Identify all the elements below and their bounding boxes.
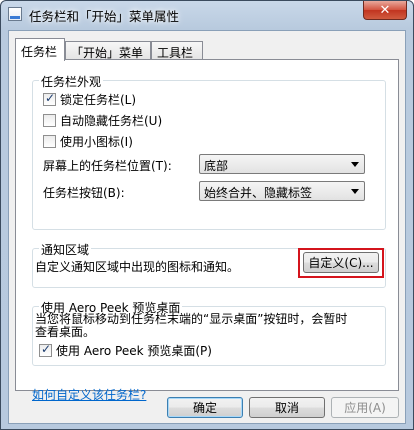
peek-group: 使用 Aero Peek 预览桌面 当您将鼠标移动到任务栏末端的“显示桌面”按钮… bbox=[32, 299, 386, 366]
auto-hide-label: 自动隐藏任务栏(U) bbox=[60, 114, 163, 128]
appearance-group: 任务栏外观 锁定任务栏(L) 自动隐藏任务栏(U) 使用小图标(I) 屏幕上的任… bbox=[32, 73, 386, 230]
chevron-down-icon bbox=[351, 189, 359, 194]
tab-toolbars[interactable]: 工具栏 bbox=[151, 41, 203, 60]
tab-taskbar[interactable]: 任务栏 bbox=[15, 38, 65, 61]
window-icon bbox=[8, 7, 22, 21]
customize-button[interactable]: 自定义(C)... bbox=[303, 252, 379, 273]
chevron-down-icon bbox=[351, 162, 359, 167]
location-select[interactable]: 底部 bbox=[199, 154, 365, 174]
help-link[interactable]: 如何自定义该任务栏? bbox=[32, 386, 146, 403]
cancel-button[interactable]: 取消 bbox=[249, 397, 325, 418]
auto-hide-checkbox[interactable] bbox=[43, 114, 56, 127]
lock-taskbar-label: 锁定任务栏(L) bbox=[60, 93, 137, 107]
dialog-client: 任务栏 「开始」菜单 工具栏 任务栏外观 锁定任务栏(L) 自动隐藏任务栏(U)… bbox=[8, 30, 406, 424]
small-icons-option[interactable]: 使用小图标(I) bbox=[43, 133, 133, 150]
peek-description-line2: 查看桌面。 bbox=[35, 325, 96, 339]
buttons-select[interactable]: 始终合并、隐藏标签 bbox=[199, 181, 365, 201]
location-label: 屏幕上的任务栏位置(T): bbox=[43, 159, 172, 173]
location-value: 底部 bbox=[204, 159, 229, 173]
tab-panel-taskbar: 任务栏外观 锁定任务栏(L) 自动隐藏任务栏(U) 使用小图标(I) 屏幕上的任… bbox=[15, 59, 399, 402]
appearance-group-title: 任务栏外观 bbox=[39, 73, 104, 90]
use-peek-option[interactable]: 使用 Aero Peek 预览桌面(P) bbox=[39, 342, 212, 359]
dialog-window: 任务栏和「开始」菜单属性 ✕ 任务栏 「开始」菜单 工具栏 任务栏外观 锁定任务… bbox=[0, 0, 414, 430]
use-peek-label: 使用 Aero Peek 预览桌面(P) bbox=[56, 344, 212, 358]
window-title: 任务栏和「开始」菜单属性 bbox=[29, 9, 180, 24]
close-icon: ✕ bbox=[379, 2, 391, 18]
auto-hide-option[interactable]: 自动隐藏任务栏(U) bbox=[43, 112, 162, 129]
small-icons-label: 使用小图标(I) bbox=[60, 135, 133, 149]
buttons-value: 始终合并、隐藏标签 bbox=[204, 186, 313, 200]
buttons-label: 任务栏按钮(B): bbox=[43, 186, 125, 200]
close-button[interactable]: ✕ bbox=[363, 1, 407, 20]
notification-description: 自定义通知区域中出现的图标和通知。 bbox=[35, 260, 240, 274]
lock-taskbar-option[interactable]: 锁定任务栏(L) bbox=[43, 91, 136, 108]
notification-group-title: 通知区域 bbox=[39, 241, 92, 258]
use-peek-checkbox[interactable] bbox=[39, 342, 52, 357]
notification-group: 通知区域 自定义通知区域中出现的图标和通知。 自定义(C)... bbox=[32, 241, 386, 288]
title-bar[interactable]: 任务栏和「开始」菜单属性 ✕ bbox=[1, 1, 413, 29]
apply-button[interactable]: 应用(A) bbox=[331, 397, 399, 418]
ok-button[interactable]: 确定 bbox=[167, 397, 243, 418]
small-icons-checkbox[interactable] bbox=[43, 135, 56, 148]
tab-start-menu[interactable]: 「开始」菜单 bbox=[65, 41, 151, 60]
lock-taskbar-checkbox[interactable] bbox=[43, 91, 56, 106]
